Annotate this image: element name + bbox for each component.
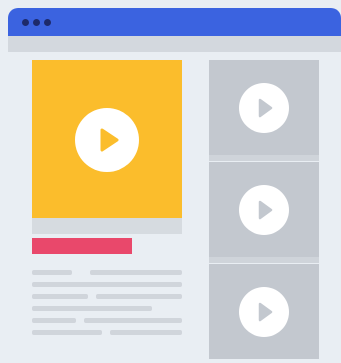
video-thumbnail[interactable]	[209, 162, 319, 257]
play-icon	[258, 98, 273, 117]
window-dot-3[interactable]	[44, 19, 51, 26]
description-line	[32, 318, 76, 323]
window-dot-2[interactable]	[33, 19, 40, 26]
window-titlebar	[8, 8, 341, 36]
description-line	[110, 330, 182, 335]
description-line	[32, 330, 102, 335]
toolbar-strip	[8, 36, 341, 52]
video-thumbnail[interactable]	[209, 60, 319, 155]
description-line	[32, 306, 152, 311]
play-button[interactable]	[239, 82, 289, 133]
description-line	[90, 270, 182, 275]
play-button[interactable]	[239, 286, 289, 337]
play-button[interactable]	[75, 108, 139, 172]
thumbnail-shadow	[209, 257, 319, 263]
play-icon	[100, 128, 119, 152]
featured-video[interactable]	[32, 60, 182, 220]
description-line	[32, 270, 72, 275]
description-line	[84, 318, 182, 323]
play-button[interactable]	[239, 184, 289, 235]
video-page-window	[0, 0, 341, 363]
featured-video-caption-bar	[32, 218, 182, 234]
video-title-highlight	[32, 238, 132, 254]
play-icon	[258, 200, 273, 219]
play-icon	[258, 302, 273, 321]
window-dot-1[interactable]	[22, 19, 29, 26]
thumbnail-shadow	[209, 155, 319, 161]
description-line	[96, 294, 182, 299]
description-line	[32, 282, 182, 287]
video-thumbnail[interactable]	[209, 264, 319, 359]
description-line	[32, 294, 88, 299]
